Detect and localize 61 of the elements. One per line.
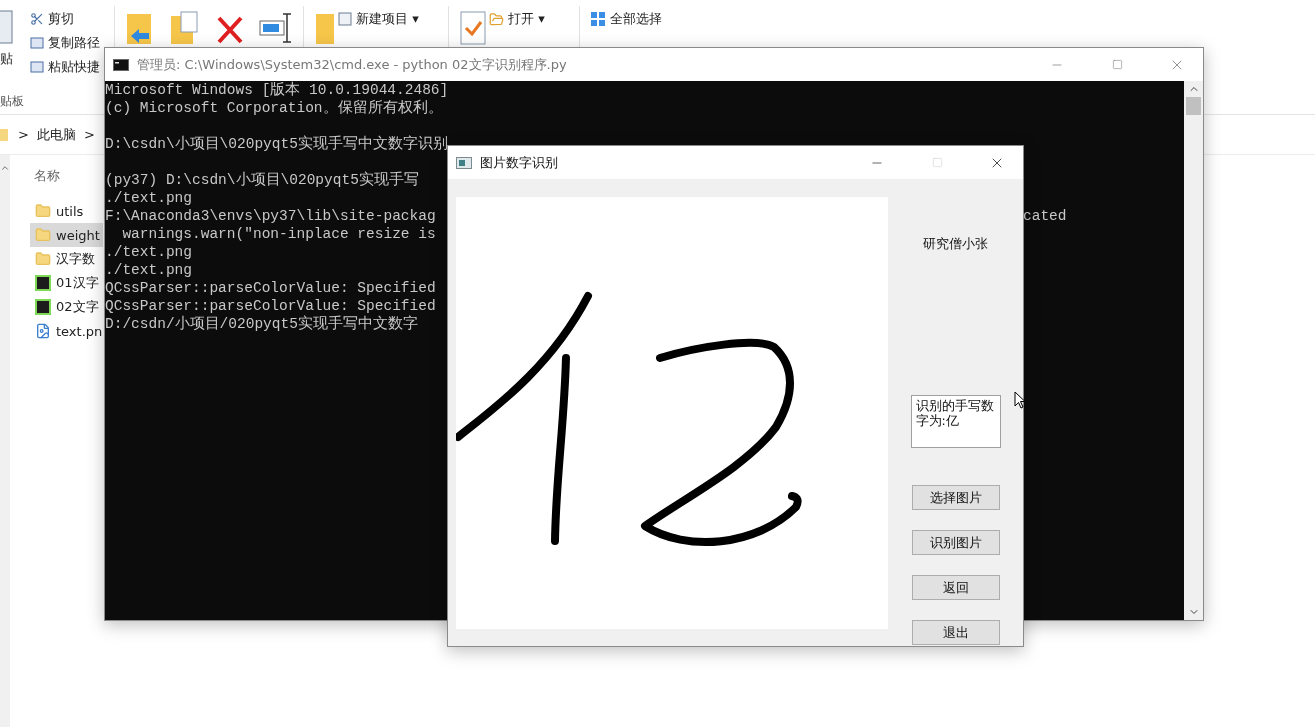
console-line: cated xyxy=(1023,207,1067,225)
maximize-icon[interactable] xyxy=(1111,59,1123,70)
image-file-icon xyxy=(35,323,51,339)
rename-icon[interactable] xyxy=(259,10,293,46)
ribbon-item[interactable]: 全部选择 xyxy=(590,9,662,29)
ribbon-item[interactable]: 粘贴快捷 xyxy=(30,57,100,77)
file-row[interactable]: 汉字数 xyxy=(30,247,103,271)
action-button[interactable]: 退出 xyxy=(911,620,1000,645)
console-line: (py37) D:\csdn\小项目\020pyqt5实现手写 xyxy=(105,171,419,189)
clipboard-icon xyxy=(0,9,14,45)
scroll-thumb[interactable] xyxy=(1186,97,1201,115)
open-button[interactable]: 打开 ▾ xyxy=(489,9,545,29)
file-row[interactable]: 02文字 xyxy=(30,295,103,319)
console-line: QCssParser::parseColorValue: Specified xyxy=(105,297,436,315)
result-field[interactable]: 识别的手写数字为:亿 xyxy=(910,395,1001,448)
scrollbar[interactable] xyxy=(1184,81,1203,620)
ribbon-item[interactable]: 剪切 xyxy=(30,9,74,29)
console-line: QCssParser::parseColorValue: Specified xyxy=(105,279,436,297)
folder-icon xyxy=(489,11,504,27)
folder-icon xyxy=(35,203,51,219)
column-header[interactable]: 名称 xyxy=(30,167,90,199)
window-title: 图片数字识别 xyxy=(480,153,558,172)
file-row[interactable]: 01汉字 xyxy=(30,271,103,295)
action-button[interactable]: 返回 xyxy=(911,575,1000,600)
action-button[interactable]: 识别图片 xyxy=(911,530,1000,555)
scissors-icon xyxy=(30,12,44,26)
console-line: D:/csdn/小项目/020pyqt5实现手写中文数字 xyxy=(105,315,418,333)
file-row[interactable]: text.pn xyxy=(30,319,103,343)
ribbon-item[interactable]: 复制路径 xyxy=(30,33,100,53)
console-line: D:\csdn\小项目\020pyqt5实现手写中文数字识别 xyxy=(105,135,448,153)
console-line: warnings.warn("non-inplace resize is xyxy=(121,225,436,243)
properties-icon[interactable] xyxy=(459,10,489,46)
group-label: 贴板 xyxy=(0,93,24,110)
grid-icon xyxy=(590,11,606,27)
breadcrumb-item[interactable]: 此电脑 xyxy=(36,125,76,144)
paste-button[interactable]: 贴 xyxy=(0,49,13,69)
app-icon xyxy=(456,155,472,170)
console-icon xyxy=(113,58,129,71)
scroll-up-icon[interactable] xyxy=(0,163,10,173)
breadcrumb-separator: > xyxy=(18,127,29,142)
action-button[interactable]: 选择图片 xyxy=(911,485,1000,510)
console-line: ./text.png xyxy=(105,243,192,261)
ribbon-item[interactable]: 新建项目 ▾ xyxy=(338,9,419,29)
console-line: (c) Microsoft Corporation。保留所有权利。 xyxy=(105,99,443,117)
copy-to-icon[interactable] xyxy=(169,10,201,46)
breadcrumb-separator: > xyxy=(83,127,95,142)
folder-icon xyxy=(35,251,51,267)
console-line: ./text.png xyxy=(105,261,192,279)
file-row[interactable]: weight xyxy=(30,223,103,247)
script-file-icon xyxy=(35,275,51,291)
folder-icon xyxy=(35,227,51,243)
console-line: Microsoft Windows [版本 10.0.19044.2486] xyxy=(105,81,449,99)
script-file-icon xyxy=(35,299,51,315)
maximize-icon[interactable] xyxy=(931,157,943,168)
folder-icon xyxy=(0,127,10,142)
console-line: ./text.png xyxy=(105,189,192,207)
file-row[interactable]: utils xyxy=(30,199,103,223)
author-label: 研究僧小张 xyxy=(923,235,988,253)
window-title: 管理员: C:\Windows\System32\cmd.exe - python 02文字识别程序.py xyxy=(137,55,567,74)
console-line: F:\Anaconda3\envs\py37\lib\site-packag xyxy=(105,207,436,225)
drawing-canvas[interactable] xyxy=(456,197,888,629)
